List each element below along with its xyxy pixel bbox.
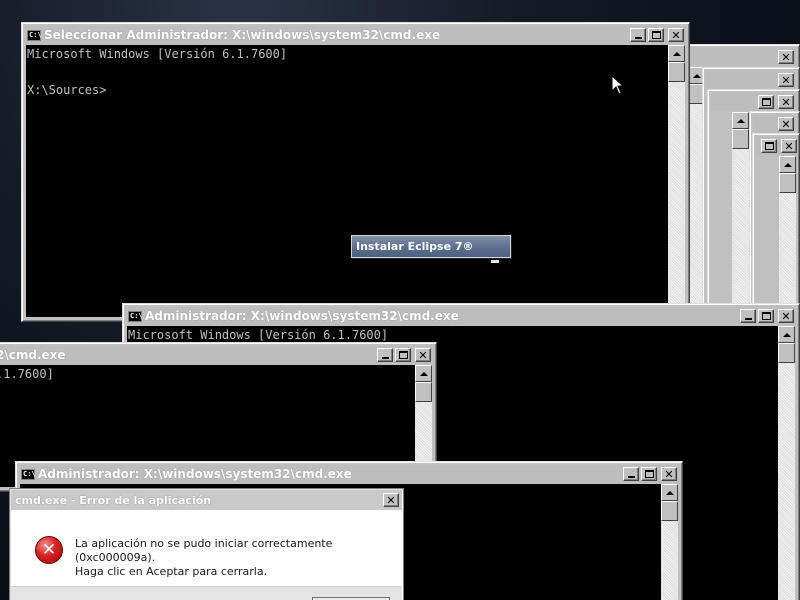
desktop: ✕ ✕ ✕ ✕ ✕ C:\ Seleccionar Administrador:… xyxy=(0,0,800,600)
close-icon: ✕ xyxy=(781,95,791,109)
console-line: Microsoft Windows [Versión 6.1.7600] xyxy=(27,47,288,61)
minimize-button[interactable] xyxy=(740,309,756,323)
error-message-line-2: Haga clic en Aceptar para cerrarla. xyxy=(75,565,268,578)
console-line: .1.7600] xyxy=(0,367,54,381)
dialog-body: ✕ La aplicación no se pudo iniciar corre… xyxy=(11,510,402,586)
scroll-up-arrow[interactable] xyxy=(779,156,796,173)
vertical-scrollbar[interactable] xyxy=(661,484,678,600)
scroll-up-arrow[interactable] xyxy=(732,112,749,129)
scroll-thumb[interactable] xyxy=(778,343,795,363)
cmd-icon: C:\ xyxy=(27,29,42,41)
close-button[interactable]: ✕ xyxy=(781,139,797,153)
scroll-up-arrow[interactable] xyxy=(778,326,795,343)
close-button[interactable]: ✕ xyxy=(778,73,794,87)
console-output[interactable]: Microsoft Windows [Versión 6.1.7600] X:\… xyxy=(26,45,668,317)
error-message: La aplicación no se pudo iniciar correct… xyxy=(75,537,402,579)
minimize-icon xyxy=(627,476,635,478)
minimize-icon xyxy=(634,37,642,39)
close-button[interactable]: ✕ xyxy=(778,95,794,109)
close-icon: ✕ xyxy=(386,493,396,507)
maximize-icon xyxy=(398,351,408,359)
maximize-button[interactable] xyxy=(758,309,774,323)
scroll-up-arrow[interactable] xyxy=(661,484,678,501)
dialog-titlebar[interactable]: cmd.exe - Error de la aplicación ✕ xyxy=(11,490,402,510)
minimize-button[interactable] xyxy=(630,28,646,42)
tooltip-label: Instalar Eclipse 7® xyxy=(356,240,474,253)
minimize-button[interactable] xyxy=(623,467,639,481)
close-button[interactable]: ✕ xyxy=(778,50,794,64)
maximize-button[interactable] xyxy=(648,28,664,42)
window-titlebar[interactable]: ✕ xyxy=(706,71,796,89)
close-button[interactable]: ✕ xyxy=(778,309,794,323)
cmd-icon: C:\ xyxy=(21,468,36,480)
error-message-line-1: La aplicación no se pudo iniciar correct… xyxy=(75,537,333,564)
cmd-window-selected[interactable]: C:\ Seleccionar Administrador: X:\window… xyxy=(21,22,690,322)
minimize-icon xyxy=(744,318,752,320)
close-button[interactable]: ✕ xyxy=(661,467,677,481)
maximize-button[interactable] xyxy=(395,348,411,362)
error-icon-glyph: ✕ xyxy=(41,540,57,560)
close-icon: ✕ xyxy=(664,467,674,481)
dialog-title: cmd.exe - Error de la aplicación xyxy=(15,493,212,507)
maximize-button[interactable] xyxy=(641,467,657,481)
close-icon: ✕ xyxy=(781,73,791,87)
maximize-button[interactable] xyxy=(758,95,774,109)
scroll-up-arrow[interactable] xyxy=(415,365,432,382)
maximize-icon xyxy=(761,98,771,106)
close-icon: ✕ xyxy=(671,28,681,42)
window-titlebar[interactable]: C:\ Seleccionar Administrador: X:\window… xyxy=(25,26,686,44)
maximize-icon xyxy=(761,312,771,320)
dialog-close-button[interactable]: ✕ xyxy=(383,493,399,507)
window-title: Administrador: X:\windows\system32\cmd.e… xyxy=(145,309,459,323)
text-cursor xyxy=(491,260,499,263)
close-button[interactable]: ✕ xyxy=(415,348,431,362)
close-icon: ✕ xyxy=(418,348,428,362)
window-titlebar[interactable]: ✕ xyxy=(753,115,796,133)
window-titlebar[interactable]: ✕ xyxy=(711,93,796,111)
minimize-button[interactable] xyxy=(377,348,393,362)
scroll-up-arrow[interactable] xyxy=(668,45,685,62)
window-title: Seleccionar Administrador: X:\windows\sy… xyxy=(44,28,441,42)
mouse-pointer-icon xyxy=(611,75,625,95)
window-titlebar[interactable]: 2\cmd.exe ✕ xyxy=(0,346,433,364)
window-titlebar[interactable]: C:\ Administrador: X:\windows\system32\c… xyxy=(126,307,796,325)
window-title: 2\cmd.exe xyxy=(0,348,66,362)
scroll-thumb[interactable] xyxy=(661,501,678,521)
scroll-thumb[interactable] xyxy=(732,129,749,149)
scroll-thumb[interactable] xyxy=(415,382,432,402)
window-titlebar[interactable]: C:\ Administrador: X:\windows\system32\c… xyxy=(19,465,679,483)
close-button[interactable]: ✕ xyxy=(778,117,794,131)
scroll-thumb[interactable] xyxy=(668,62,685,82)
close-icon: ✕ xyxy=(781,309,791,323)
close-icon: ✕ xyxy=(781,117,791,131)
console-prompt: X:\Sources> xyxy=(27,83,107,97)
close-icon: ✕ xyxy=(784,139,794,153)
application-error-dialog[interactable]: cmd.exe - Error de la aplicación ✕ ✕ La … xyxy=(9,488,404,600)
minimize-icon xyxy=(381,357,389,359)
dialog-footer xyxy=(11,586,402,600)
vertical-scrollbar[interactable] xyxy=(668,45,685,317)
vertical-scrollbar[interactable] xyxy=(778,326,795,600)
maximize-icon xyxy=(651,31,661,39)
close-icon: ✕ xyxy=(781,50,791,64)
close-button[interactable]: ✕ xyxy=(668,28,684,42)
install-eclipse-tooltip: Instalar Eclipse 7® xyxy=(351,235,511,258)
maximize-icon xyxy=(764,142,774,150)
maximize-button[interactable] xyxy=(761,139,777,153)
scroll-thumb[interactable] xyxy=(779,173,796,193)
window-title: Administrador: X:\windows\system32\cmd.e… xyxy=(38,467,352,481)
maximize-icon xyxy=(644,470,654,478)
cmd-icon: C:\ xyxy=(128,310,143,322)
window-titlebar[interactable]: ✕ xyxy=(756,137,797,155)
window-titlebar[interactable]: ✕ xyxy=(684,48,796,66)
error-icon: ✕ xyxy=(35,536,63,564)
